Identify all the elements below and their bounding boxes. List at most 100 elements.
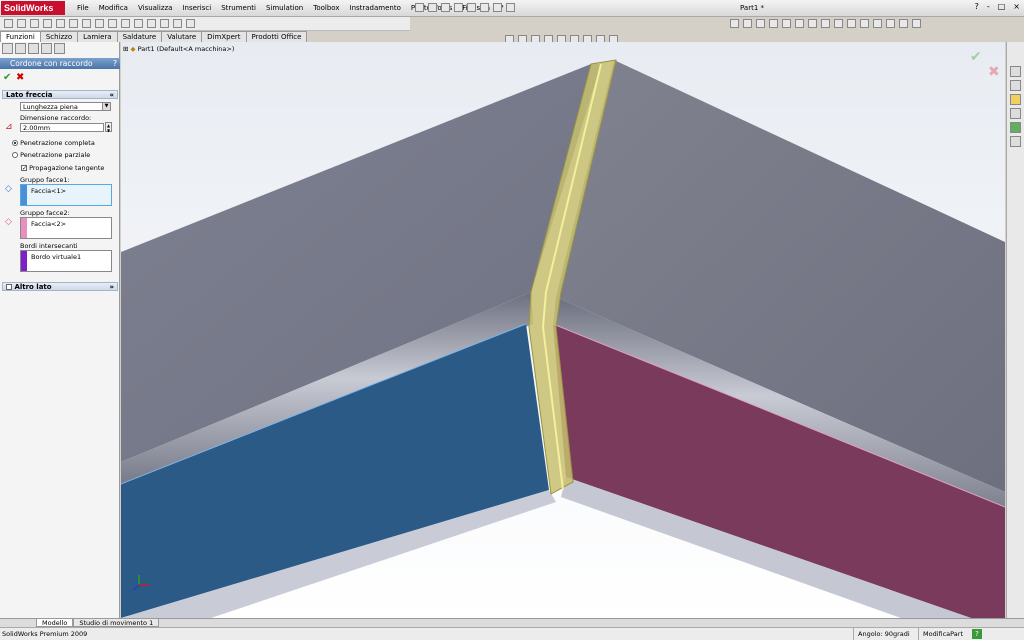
convert-icon[interactable] — [847, 19, 856, 28]
property-manager-icon[interactable] — [15, 43, 26, 54]
design-library-icon[interactable] — [1010, 80, 1021, 91]
custom-properties-icon[interactable] — [1010, 136, 1021, 147]
ok-check-icon[interactable]: ✔ — [3, 72, 11, 83]
cancel-x-icon[interactable]: ✖ — [16, 72, 24, 83]
dropdown-arrow-icon[interactable]: ▼ — [102, 103, 110, 110]
fillet-icon[interactable] — [56, 19, 65, 28]
quick-tips-icon[interactable]: ? — [972, 629, 982, 639]
appearances-icon[interactable] — [1010, 122, 1021, 133]
tab-funzioni[interactable]: Funzioni — [0, 31, 41, 42]
tangent-propagation-checkbox[interactable]: ✓ Propagazione tangente — [21, 164, 104, 172]
menu-visualizza[interactable]: Visualizza — [133, 3, 177, 14]
mirror-icon[interactable] — [147, 19, 156, 28]
rib-icon[interactable] — [82, 19, 91, 28]
radio-full-penetration[interactable]: Penetrazione completa — [12, 139, 95, 147]
dimxpert-manager-icon[interactable] — [41, 43, 52, 54]
dimension-icon[interactable] — [795, 19, 804, 28]
view-palette-icon[interactable] — [1010, 108, 1021, 119]
dimension-spinner[interactable]: ▲ ▼ — [105, 122, 112, 133]
edges-listbox[interactable]: Bordo virtuale1 — [20, 250, 112, 272]
menu-simulation[interactable]: Simulation — [261, 3, 308, 14]
tab-schizzo[interactable]: Schizzo — [39, 31, 79, 42]
tab-saldature[interactable]: Saldature — [116, 31, 163, 42]
mirror-entities-icon[interactable] — [860, 19, 869, 28]
faces2-item[interactable]: Faccia<2> — [31, 220, 66, 228]
checkbox-indicator[interactable]: ✓ — [21, 165, 27, 172]
menu-toolbox[interactable]: Toolbox — [308, 3, 344, 14]
fillet-type-select[interactable]: Lunghezza piena ▼ — [20, 102, 111, 111]
save-icon[interactable] — [441, 3, 450, 12]
options-icon[interactable] — [506, 3, 515, 12]
help-icon[interactable]: ? — [113, 58, 117, 69]
menu-file[interactable]: File — [72, 3, 94, 14]
faces2-listbox[interactable]: Faccia<2> — [20, 217, 112, 239]
linear-pattern-icon[interactable] — [873, 19, 882, 28]
loft-icon[interactable] — [43, 19, 52, 28]
faces1-item[interactable]: Faccia<1> — [31, 187, 66, 195]
solidworks-logo[interactable]: SolidWorks — [1, 1, 65, 15]
shell-icon[interactable] — [95, 19, 104, 28]
maximize-button[interactable]: □ — [998, 2, 1006, 11]
collapse-chevron-icon[interactable]: « — [109, 91, 114, 99]
tab-studio-movimento[interactable]: Studio di movimento 1 — [73, 619, 160, 627]
dimension-input[interactable]: 2.00mm — [20, 123, 104, 132]
part-label[interactable]: Part1 (Default<A macchina>) — [138, 45, 235, 53]
tab-modello[interactable]: Modello — [36, 619, 74, 627]
radio-indicator[interactable] — [12, 152, 18, 158]
close-button[interactable]: × — [1013, 2, 1020, 11]
tab-dimxpert[interactable]: DimXpert — [201, 31, 247, 42]
confirm-corner-cancel-icon[interactable]: ✖ — [988, 64, 1000, 80]
section-lato-freccia[interactable]: Lato freccia « — [2, 90, 118, 99]
tab-prodotti-office[interactable]: Prodotti Office — [245, 31, 308, 42]
3d-model-view[interactable] — [121, 42, 1005, 618]
sweep-icon[interactable] — [30, 19, 39, 28]
offset-icon[interactable] — [834, 19, 843, 28]
expand-chevron-icon[interactable]: » — [109, 283, 114, 291]
rectangle-icon[interactable] — [743, 19, 752, 28]
relation-icon[interactable] — [808, 19, 817, 28]
confirm-corner-ok-icon[interactable]: ✔ — [970, 49, 982, 65]
file-explorer-icon[interactable] — [1010, 94, 1021, 105]
hole-icon[interactable] — [121, 19, 130, 28]
feature-tree-flyout[interactable]: ⊞ ◆ Part1 (Default<A macchina>) — [123, 45, 234, 53]
section-altro-lato[interactable]: Altro lato » — [2, 282, 118, 291]
tab-valutare[interactable]: Valutare — [161, 31, 203, 42]
feature-manager-icon[interactable] — [2, 43, 13, 54]
expand-icon[interactable]: ⊞ — [123, 45, 128, 53]
select-icon[interactable] — [480, 3, 489, 12]
menu-instradamento[interactable]: Instradamento — [345, 3, 406, 14]
move-icon[interactable] — [886, 19, 895, 28]
open-icon[interactable] — [428, 3, 437, 12]
edges-item[interactable]: Bordo virtuale1 — [31, 253, 81, 261]
curves-icon[interactable] — [173, 19, 182, 28]
resources-icon[interactable] — [1010, 66, 1021, 77]
trim-icon[interactable] — [821, 19, 830, 28]
faces1-listbox[interactable]: Faccia<1> — [20, 184, 112, 206]
display-manager-icon[interactable] — [54, 43, 65, 54]
line-icon[interactable] — [730, 19, 739, 28]
display-icon[interactable] — [899, 19, 908, 28]
altro-lato-checkbox[interactable] — [6, 284, 12, 290]
tab-lamiera[interactable]: Lamiera — [77, 31, 118, 42]
circle-icon[interactable] — [756, 19, 765, 28]
radio-partial-penetration[interactable]: Penetrazione parziale — [12, 151, 90, 159]
draft-icon[interactable] — [108, 19, 117, 28]
revolve-icon[interactable] — [17, 19, 26, 28]
print-icon[interactable] — [454, 3, 463, 12]
rebuild-icon[interactable] — [493, 3, 502, 12]
minimize-button[interactable]: - — [987, 2, 990, 11]
menu-strumenti[interactable]: Strumenti — [216, 3, 261, 14]
instant3d-icon[interactable] — [186, 19, 195, 28]
chamfer-icon[interactable] — [69, 19, 78, 28]
menu-modifica[interactable]: Modifica — [94, 3, 133, 14]
extrude-icon[interactable] — [4, 19, 13, 28]
new-icon[interactable] — [415, 3, 424, 12]
configuration-manager-icon[interactable] — [28, 43, 39, 54]
pattern-icon[interactable] — [134, 19, 143, 28]
radio-indicator[interactable] — [12, 140, 18, 146]
help-button[interactable]: ? — [975, 2, 979, 11]
view-options-icon[interactable] — [912, 19, 921, 28]
undo-icon[interactable] — [467, 3, 476, 12]
reference-geometry-icon[interactable] — [160, 19, 169, 28]
spline-icon[interactable] — [782, 19, 791, 28]
